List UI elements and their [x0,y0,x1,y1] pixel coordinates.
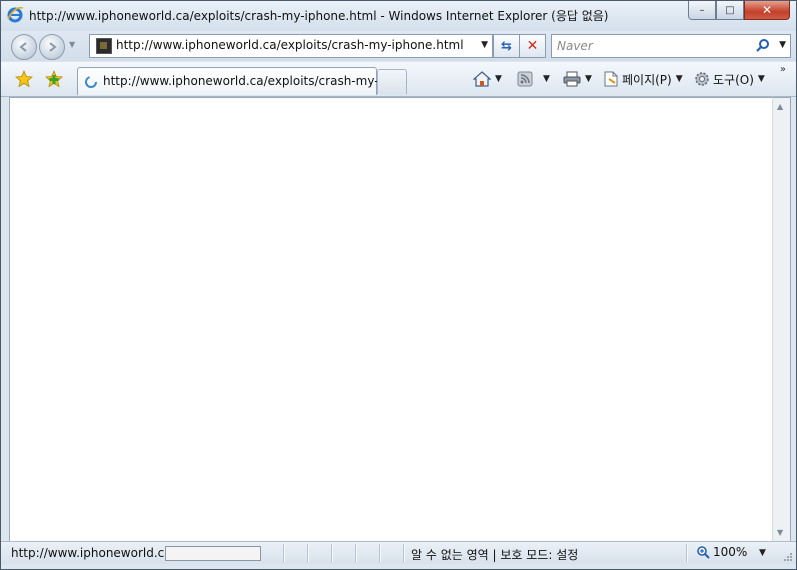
close-button[interactable]: ✕ [744,1,790,20]
back-arrow-icon [19,42,27,52]
page-menu-button[interactable]: 페이지(P) ▼ [603,70,683,88]
gear-icon [695,72,709,86]
zoom-level: 100% [713,545,748,559]
status-divider [403,544,405,562]
tab-title: http://www.iphoneworld.ca/exploits/crash… [103,74,394,88]
print-dropdown-icon[interactable]: ▼ [585,74,592,84]
security-zone-text[interactable]: 알 수 없는 영역 | 보호 모드: 설정 [411,546,578,563]
maximize-icon: □ [725,4,735,16]
resize-grip-icon[interactable] [783,552,793,562]
title-bar[interactable]: http://www.iphoneworld.ca/exploits/crash… [1,1,796,31]
printer-icon [563,71,581,87]
refresh-button[interactable]: ⇆ [493,34,520,58]
page-dropdown-icon[interactable]: ▼ [676,74,683,84]
search-input[interactable] [555,37,749,55]
browser-window: http://www.iphoneworld.ca/exploits/crash… [0,0,797,570]
search-box[interactable]: ▼ [551,34,791,58]
status-divider [307,544,309,562]
recent-pages-dropdown[interactable]: ▼ [69,40,75,49]
caption-buttons: – □ ✕ [688,1,790,21]
status-divider [355,544,357,562]
minimize-button[interactable]: – [688,1,716,20]
back-button[interactable] [11,34,37,60]
tab-current-page[interactable]: http://www.iphoneworld.ca/exploits/crash… [77,67,393,95]
feeds-dropdown-icon[interactable]: ▼ [543,74,550,84]
maximize-button[interactable]: □ [716,1,744,20]
home-dropdown-icon[interactable]: ▼ [495,74,502,84]
command-bar: http://www.iphoneworld.ca/exploits/crash… [1,62,796,97]
status-url: http://www.iphoneworld.ca/ [11,546,176,560]
favorites-star-icon[interactable] [15,70,33,88]
print-button[interactable]: ▼ [563,70,592,88]
internet-explorer-icon [7,6,24,23]
address-dropdown-icon[interactable]: ▼ [481,40,488,50]
status-bar: http://www.iphoneworld.ca/ 알 수 없는 영역 | 보… [1,541,796,564]
status-divider [379,544,381,562]
page-favicon [96,38,112,54]
stop-icon: ✕ [526,38,539,54]
tools-menu-button[interactable]: 도구(O) ▼ [694,70,765,88]
search-icon[interactable] [756,38,770,52]
zoom-dropdown-icon[interactable]: ▼ [759,548,766,558]
home-button[interactable]: ▼ [473,70,502,88]
window-title: http://www.iphoneworld.ca/exploits/crash… [29,9,609,23]
stop-button[interactable]: ✕ [519,34,546,58]
toolbar-overflow-chevron-icon[interactable]: » [780,64,786,75]
search-options-dropdown[interactable]: ▼ [779,40,786,50]
add-favorite-icon[interactable] [45,70,63,88]
new-tab-button[interactable] [377,69,407,94]
forward-button[interactable] [39,34,65,60]
forward-arrow-icon [49,42,57,52]
loading-spinner-icon [85,76,97,88]
tools-dropdown-icon[interactable]: ▼ [758,74,765,84]
progress-bar [165,546,261,561]
address-text[interactable]: http://www.iphoneworld.ca/exploits/crash… [116,38,464,52]
scroll-up-icon[interactable]: ▲ [777,102,783,111]
page-menu-label: 페이지(P) [622,72,672,87]
home-icon [473,71,491,87]
zoom-magnifier-icon [697,546,710,559]
refresh-icon: ⇆ [501,38,512,54]
rss-icon [517,71,533,87]
vertical-scrollbar[interactable]: ▲ ▼ [772,97,791,542]
status-divider [331,544,333,562]
status-divider [283,544,285,562]
page-icon [604,71,618,87]
tools-menu-label: 도구(O) [713,72,754,87]
zoom-control[interactable]: 100% [696,545,747,559]
status-divider [686,544,688,562]
feeds-button[interactable]: ▼ [517,70,550,88]
page-content-area[interactable] [9,97,773,542]
navigation-bar: ▼ http://www.iphoneworld.ca/exploits/cra… [1,31,796,61]
minimize-icon: – [699,4,705,16]
close-icon: ✕ [761,3,773,17]
address-bar[interactable]: http://www.iphoneworld.ca/exploits/crash… [89,34,493,58]
scroll-down-icon[interactable]: ▼ [777,528,783,537]
